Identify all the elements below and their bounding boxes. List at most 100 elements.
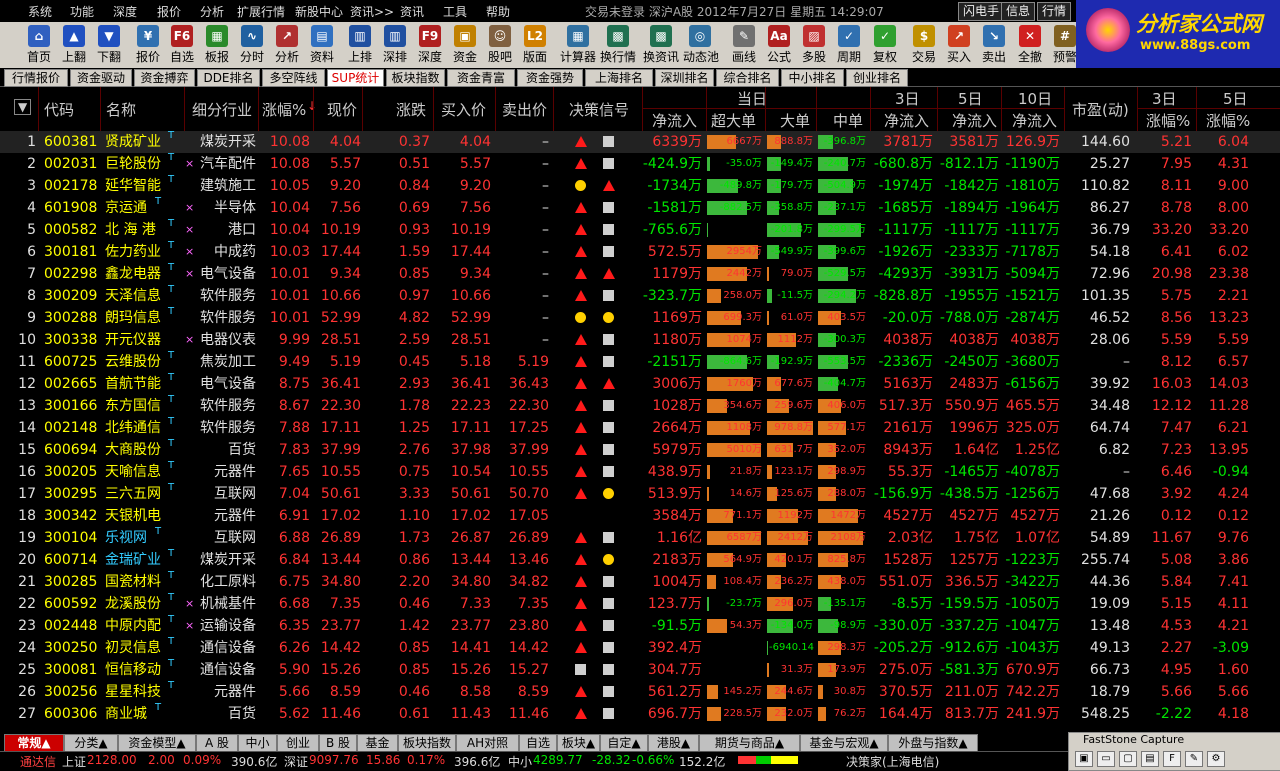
table-row[interactable]: 7 002298 鑫龙电器 T × 电气设备 10.01 9.34 0.85 9.34–1179万… <box>0 262 1280 285</box>
stock-code[interactable]: 300338 <box>44 329 97 351</box>
bottom-tab-5[interactable]: 创业 <box>277 734 319 752</box>
toolbar-button-12[interactable]: ▣ 资金 <box>448 22 482 68</box>
tab-10[interactable]: 深圳排名 <box>655 69 714 87</box>
col-3d-pct[interactable]: 涨幅% <box>1146 110 1190 131</box>
stock-name[interactable]: 商业城 <box>105 703 147 725</box>
menu-item-10[interactable]: 帮助 <box>486 3 510 20</box>
toolbar-button-13[interactable]: ☺ 股吧 <box>483 22 517 68</box>
capture-tool-icon[interactable]: F <box>1163 751 1181 767</box>
toolbar-button-18[interactable]: ◎ 动态池 <box>683 22 719 68</box>
bottom-tab-1[interactable]: 分类▲ <box>64 734 118 752</box>
stock-name[interactable]: 云维股份 <box>105 351 161 373</box>
stock-name[interactable]: 初灵信息 <box>105 637 161 659</box>
toolbar-button-16[interactable]: ▩ 换行情 <box>597 22 639 68</box>
capture-tool-icon[interactable]: ▤ <box>1141 751 1159 767</box>
table-row[interactable]: 27 600306 商业城 T 百货 5.62 11.46 0.61 11.43 11.46 696… <box>0 702 1280 725</box>
menu-item-4[interactable]: 分析 <box>200 3 224 20</box>
stock-name[interactable]: 贤成矿业 <box>105 131 161 153</box>
stock-code[interactable]: 300181 <box>44 241 97 263</box>
table-row[interactable]: 26 300256 星星科技 T 元器件 5.66 8.59 0.46 8.58 8.59 561.… <box>0 680 1280 703</box>
stock-name[interactable]: 国瓷材料 <box>105 571 161 593</box>
table-row[interactable]: 20 600714 金瑞矿业 T 煤炭开采 6.84 13.44 0.86 13.44 13.46… <box>0 548 1280 571</box>
bottom-tab-12[interactable]: 自定▲ <box>600 734 648 752</box>
table-row[interactable]: 4 601908 京运通 T × 半导体 10.04 7.56 0.69 7.56– -1581万 -… <box>0 196 1280 219</box>
bottom-tab-10[interactable]: 自选 <box>519 734 557 752</box>
stock-code[interactable]: 300166 <box>44 395 97 417</box>
stock-code[interactable]: 300342 <box>44 505 97 527</box>
stock-name[interactable]: 佐力药业 <box>105 241 161 263</box>
toolbar-button-25[interactable]: ↗ 买入 <box>942 22 976 68</box>
stock-code[interactable]: 600694 <box>44 439 97 461</box>
bottom-tab-2[interactable]: 资金模型▲ <box>118 734 196 752</box>
menu-item-7[interactable]: 资讯>> <box>350 3 394 20</box>
toolbar-button-23[interactable]: ✓ 复权 <box>868 22 902 68</box>
col-ask[interactable]: 卖出价 <box>502 99 547 120</box>
table-row[interactable]: 8 300209 天泽信息 T 软件服务 10.01 10.66 0.97 10.66 – -323… <box>0 284 1280 307</box>
table-row[interactable]: 1 600381 贤成矿业 T 煤炭开采 10.08 4.04 0.37 4.04 – 6339万 6… <box>0 130 1280 153</box>
table-row[interactable]: 23 002448 中原内配 T × 运输设备 6.35 23.77 1.42 23.77 23.8… <box>0 614 1280 637</box>
stock-name[interactable]: 中原内配 <box>105 615 161 637</box>
stock-name[interactable]: 北 海 港 <box>105 219 156 241</box>
stock-code[interactable]: 300104 <box>44 527 97 549</box>
col-price[interactable]: 现价 <box>327 99 357 120</box>
stock-code[interactable]: 600714 <box>44 549 97 571</box>
stock-name[interactable]: 巨轮股份 <box>105 153 161 175</box>
bottom-tab-11[interactable]: 板块▲ <box>557 734 600 752</box>
toolbar-button-15[interactable]: ▦ 计算器 <box>557 22 599 68</box>
col-bid[interactable]: 买入价 <box>441 99 486 120</box>
menu-item-5[interactable]: 扩展行情 <box>237 3 285 20</box>
table-row[interactable]: 16 300205 天喻信息 T 元器件 7.65 10.55 0.75 10.54 10.55 4… <box>0 460 1280 483</box>
table-row[interactable]: 24 300250 初灵信息 T 通信设备 6.26 14.42 0.85 14.41 14.42… <box>0 636 1280 659</box>
toolbar-button-9[interactable]: ▥ 上排 <box>343 22 377 68</box>
toolbar-button-7[interactable]: ↗ 分析 <box>270 22 304 68</box>
stock-name[interactable]: 京运通 <box>105 197 147 219</box>
sort-toggle-icon[interactable]: ▼ <box>14 99 32 115</box>
stock-name[interactable]: 朗玛信息 <box>105 307 161 329</box>
stock-name[interactable]: 金瑞矿业 <box>105 549 161 571</box>
col-net-inflow[interactable]: 净流入 <box>652 110 697 131</box>
toolbar-button-20[interactable]: Aa 公式 <box>762 22 796 68</box>
table-row[interactable]: 2 002031 巨轮股份 T × 汽车配件 10.08 5.57 0.51 5.57– -424.… <box>0 152 1280 175</box>
toolbar-button-11[interactable]: F9 深度 <box>413 22 447 68</box>
col-change[interactable]: 涨跌 <box>396 99 426 120</box>
table-row[interactable]: 9 300288 朗玛信息 T 软件服务 10.01 52.99 4.82 52.99 – 1169… <box>0 306 1280 329</box>
tab-2[interactable]: 资金搏弈 <box>134 69 195 87</box>
stock-code[interactable]: 300081 <box>44 659 97 681</box>
menu-item-1[interactable]: 功能 <box>70 3 94 20</box>
toolbar-button-2[interactable]: ▼ 下翻 <box>92 22 126 68</box>
col-group-10d[interactable]: 10日 <box>1018 88 1052 109</box>
stock-name[interactable]: 龙溪股份 <box>105 593 161 615</box>
capture-tool-icon[interactable]: ⚙ <box>1207 751 1225 767</box>
stock-code[interactable]: 600592 <box>44 593 97 615</box>
stock-name[interactable]: 东方国信 <box>105 395 161 417</box>
stock-code[interactable]: 600381 <box>44 131 97 153</box>
table-row[interactable]: 13 300166 东方国信 T 软件服务 8.67 22.30 1.78 22.23 22.30… <box>0 394 1280 417</box>
stock-code[interactable]: 002448 <box>44 615 97 637</box>
stock-name[interactable]: 首航节能 <box>105 373 161 395</box>
stock-name[interactable]: 天喻信息 <box>105 461 161 483</box>
stock-code[interactable]: 300285 <box>44 571 97 593</box>
toolbar-button-27[interactable]: ✕ 全撤 <box>1013 22 1047 68</box>
col-group-5d[interactable]: 5日 <box>958 88 983 109</box>
bottom-tab-0[interactable]: 常规▲ <box>4 734 64 752</box>
stock-code[interactable]: 300205 <box>44 461 97 483</box>
menu-item-6[interactable]: 新股中心 <box>295 3 343 20</box>
tab-7[interactable]: 资金青富 <box>447 69 515 87</box>
tab-1[interactable]: 资金驱动 <box>70 69 132 87</box>
header-button-0[interactable]: 闪电手 <box>958 2 1005 21</box>
col-5d-net[interactable]: 净流入 <box>952 110 997 131</box>
toolbar-button-19[interactable]: ✎ 画线 <box>727 22 761 68</box>
tab-3[interactable]: DDE排名 <box>197 69 260 87</box>
table-row[interactable]: 3 002178 延华智能 T 建筑施工 10.05 9.20 0.84 9.20 – -1734万… <box>0 174 1280 197</box>
table-row[interactable]: 25 300081 恒信移动 T 通信设备 5.90 15.26 0.85 15.26 15.27… <box>0 658 1280 681</box>
header-button-1[interactable]: 信息 <box>1001 2 1036 21</box>
table-row[interactable]: 22 600592 龙溪股份 T × 机械基件 6.68 7.35 0.46 7.33 7.35 12… <box>0 592 1280 615</box>
stock-code[interactable]: 300288 <box>44 307 97 329</box>
tab-5[interactable]: SUP统计 <box>327 69 384 87</box>
table-row[interactable]: 15 600694 大商股份 T 百货 7.83 37.99 2.76 37.98 37.99 59… <box>0 438 1280 461</box>
toolbar-button-8[interactable]: ▤ 资料 <box>305 22 339 68</box>
stock-code[interactable]: 300209 <box>44 285 97 307</box>
menu-item-0[interactable]: 系统 <box>28 3 52 20</box>
col-3d-pct-group[interactable]: 3日 <box>1152 88 1177 109</box>
stock-code[interactable]: 002148 <box>44 417 97 439</box>
